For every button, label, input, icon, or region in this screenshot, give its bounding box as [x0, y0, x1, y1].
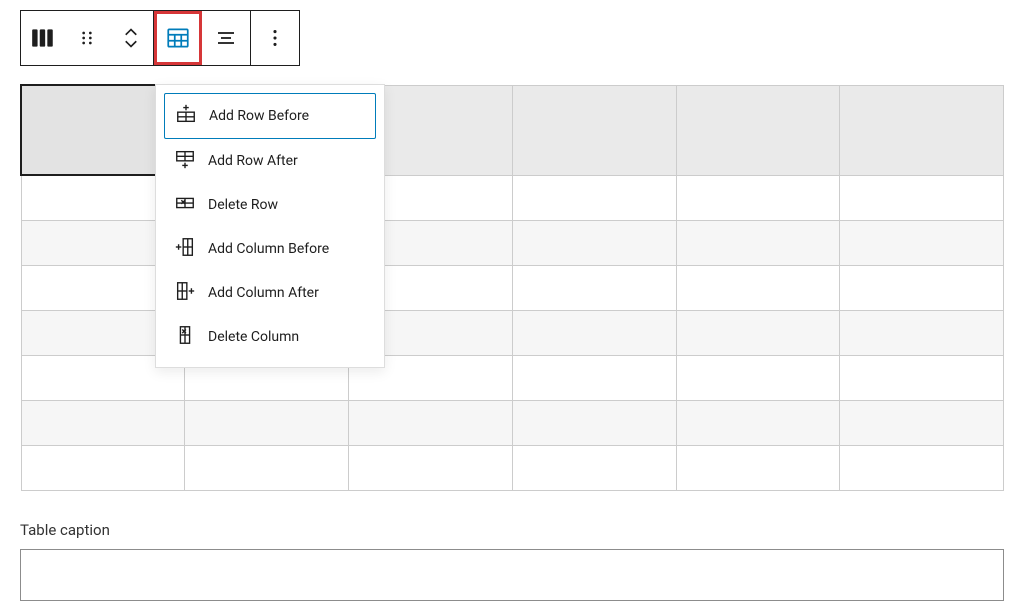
dropdown-item-delete-row[interactable]: Delete Row — [164, 183, 376, 227]
block-type-button[interactable] — [21, 11, 65, 65]
block-toolbar — [20, 10, 300, 66]
table-edit-dropdown: Add Row Before Add Row After Delete Row Add… — [155, 84, 385, 368]
align-icon — [214, 26, 238, 50]
table-cell[interactable] — [676, 400, 840, 445]
more-vertical-icon — [264, 27, 286, 49]
dropdown-item-label: Add Row Before — [209, 108, 309, 124]
chevron-down-icon — [122, 38, 140, 49]
dropdown-item-label: Add Column Before — [208, 241, 329, 257]
table-cell[interactable] — [676, 355, 840, 400]
delete-row-icon — [174, 192, 196, 218]
table-cell[interactable] — [512, 310, 676, 355]
table-header-cell[interactable] — [512, 85, 676, 175]
table-cell[interactable] — [512, 265, 676, 310]
table-cell[interactable] — [349, 400, 513, 445]
table-row — [21, 445, 1004, 490]
delete-col-icon — [174, 324, 196, 350]
dropdown-item-add-col-before[interactable]: Add Column Before — [164, 227, 376, 271]
table-header-cell[interactable] — [676, 85, 840, 175]
table-header-cell[interactable] — [840, 85, 1004, 175]
dropdown-item-add-row-before[interactable]: Add Row Before — [164, 93, 376, 139]
add-col-after-icon — [174, 280, 196, 306]
table-cell[interactable] — [676, 265, 840, 310]
toolbar-group-block — [21, 11, 154, 65]
dropdown-item-add-col-after[interactable]: Add Column After — [164, 271, 376, 315]
table-cell[interactable] — [840, 265, 1004, 310]
table-cell[interactable] — [512, 175, 676, 220]
caption-input[interactable] — [20, 549, 1004, 601]
table-cell[interactable] — [21, 445, 185, 490]
caption-label: Table caption — [20, 521, 1004, 539]
table-cell[interactable] — [840, 220, 1004, 265]
toolbar-group-table — [154, 11, 251, 65]
table-cell[interactable] — [676, 175, 840, 220]
edit-table-button[interactable] — [154, 11, 202, 65]
toolbar-group-more — [251, 11, 299, 65]
add-row-after-icon — [174, 148, 196, 174]
table-cell[interactable] — [676, 445, 840, 490]
table-block-icon — [30, 25, 56, 51]
table-cell[interactable] — [512, 445, 676, 490]
table-cell[interactable] — [512, 355, 676, 400]
table-cell[interactable] — [840, 400, 1004, 445]
table-cell[interactable] — [676, 220, 840, 265]
table-cell[interactable] — [21, 400, 185, 445]
table-cell[interactable] — [349, 445, 513, 490]
chevron-up-icon — [122, 27, 140, 38]
dropdown-item-label: Add Row After — [208, 153, 298, 169]
table-cell[interactable] — [840, 445, 1004, 490]
align-button[interactable] — [202, 11, 250, 65]
more-options-button[interactable] — [251, 11, 299, 65]
add-row-before-icon — [175, 103, 197, 129]
edit-table-icon — [165, 25, 191, 51]
dropdown-item-label: Add Column After — [208, 285, 319, 301]
table-row — [21, 400, 1004, 445]
table-cell[interactable] — [185, 445, 349, 490]
table-cell[interactable] — [840, 355, 1004, 400]
dropdown-item-add-row-after[interactable]: Add Row After — [164, 139, 376, 183]
dropdown-item-delete-col[interactable]: Delete Column — [164, 315, 376, 359]
table-cell[interactable] — [840, 310, 1004, 355]
table-cell[interactable] — [840, 175, 1004, 220]
table-cell[interactable] — [676, 310, 840, 355]
table-cell[interactable] — [512, 400, 676, 445]
dropdown-item-label: Delete Row — [208, 197, 278, 213]
add-col-before-icon — [174, 236, 196, 262]
table-cell[interactable] — [512, 220, 676, 265]
drag-icon — [77, 28, 97, 48]
table-cell[interactable] — [185, 400, 349, 445]
move-buttons[interactable] — [109, 11, 153, 65]
drag-handle[interactable] — [65, 11, 109, 65]
dropdown-item-label: Delete Column — [208, 329, 299, 345]
